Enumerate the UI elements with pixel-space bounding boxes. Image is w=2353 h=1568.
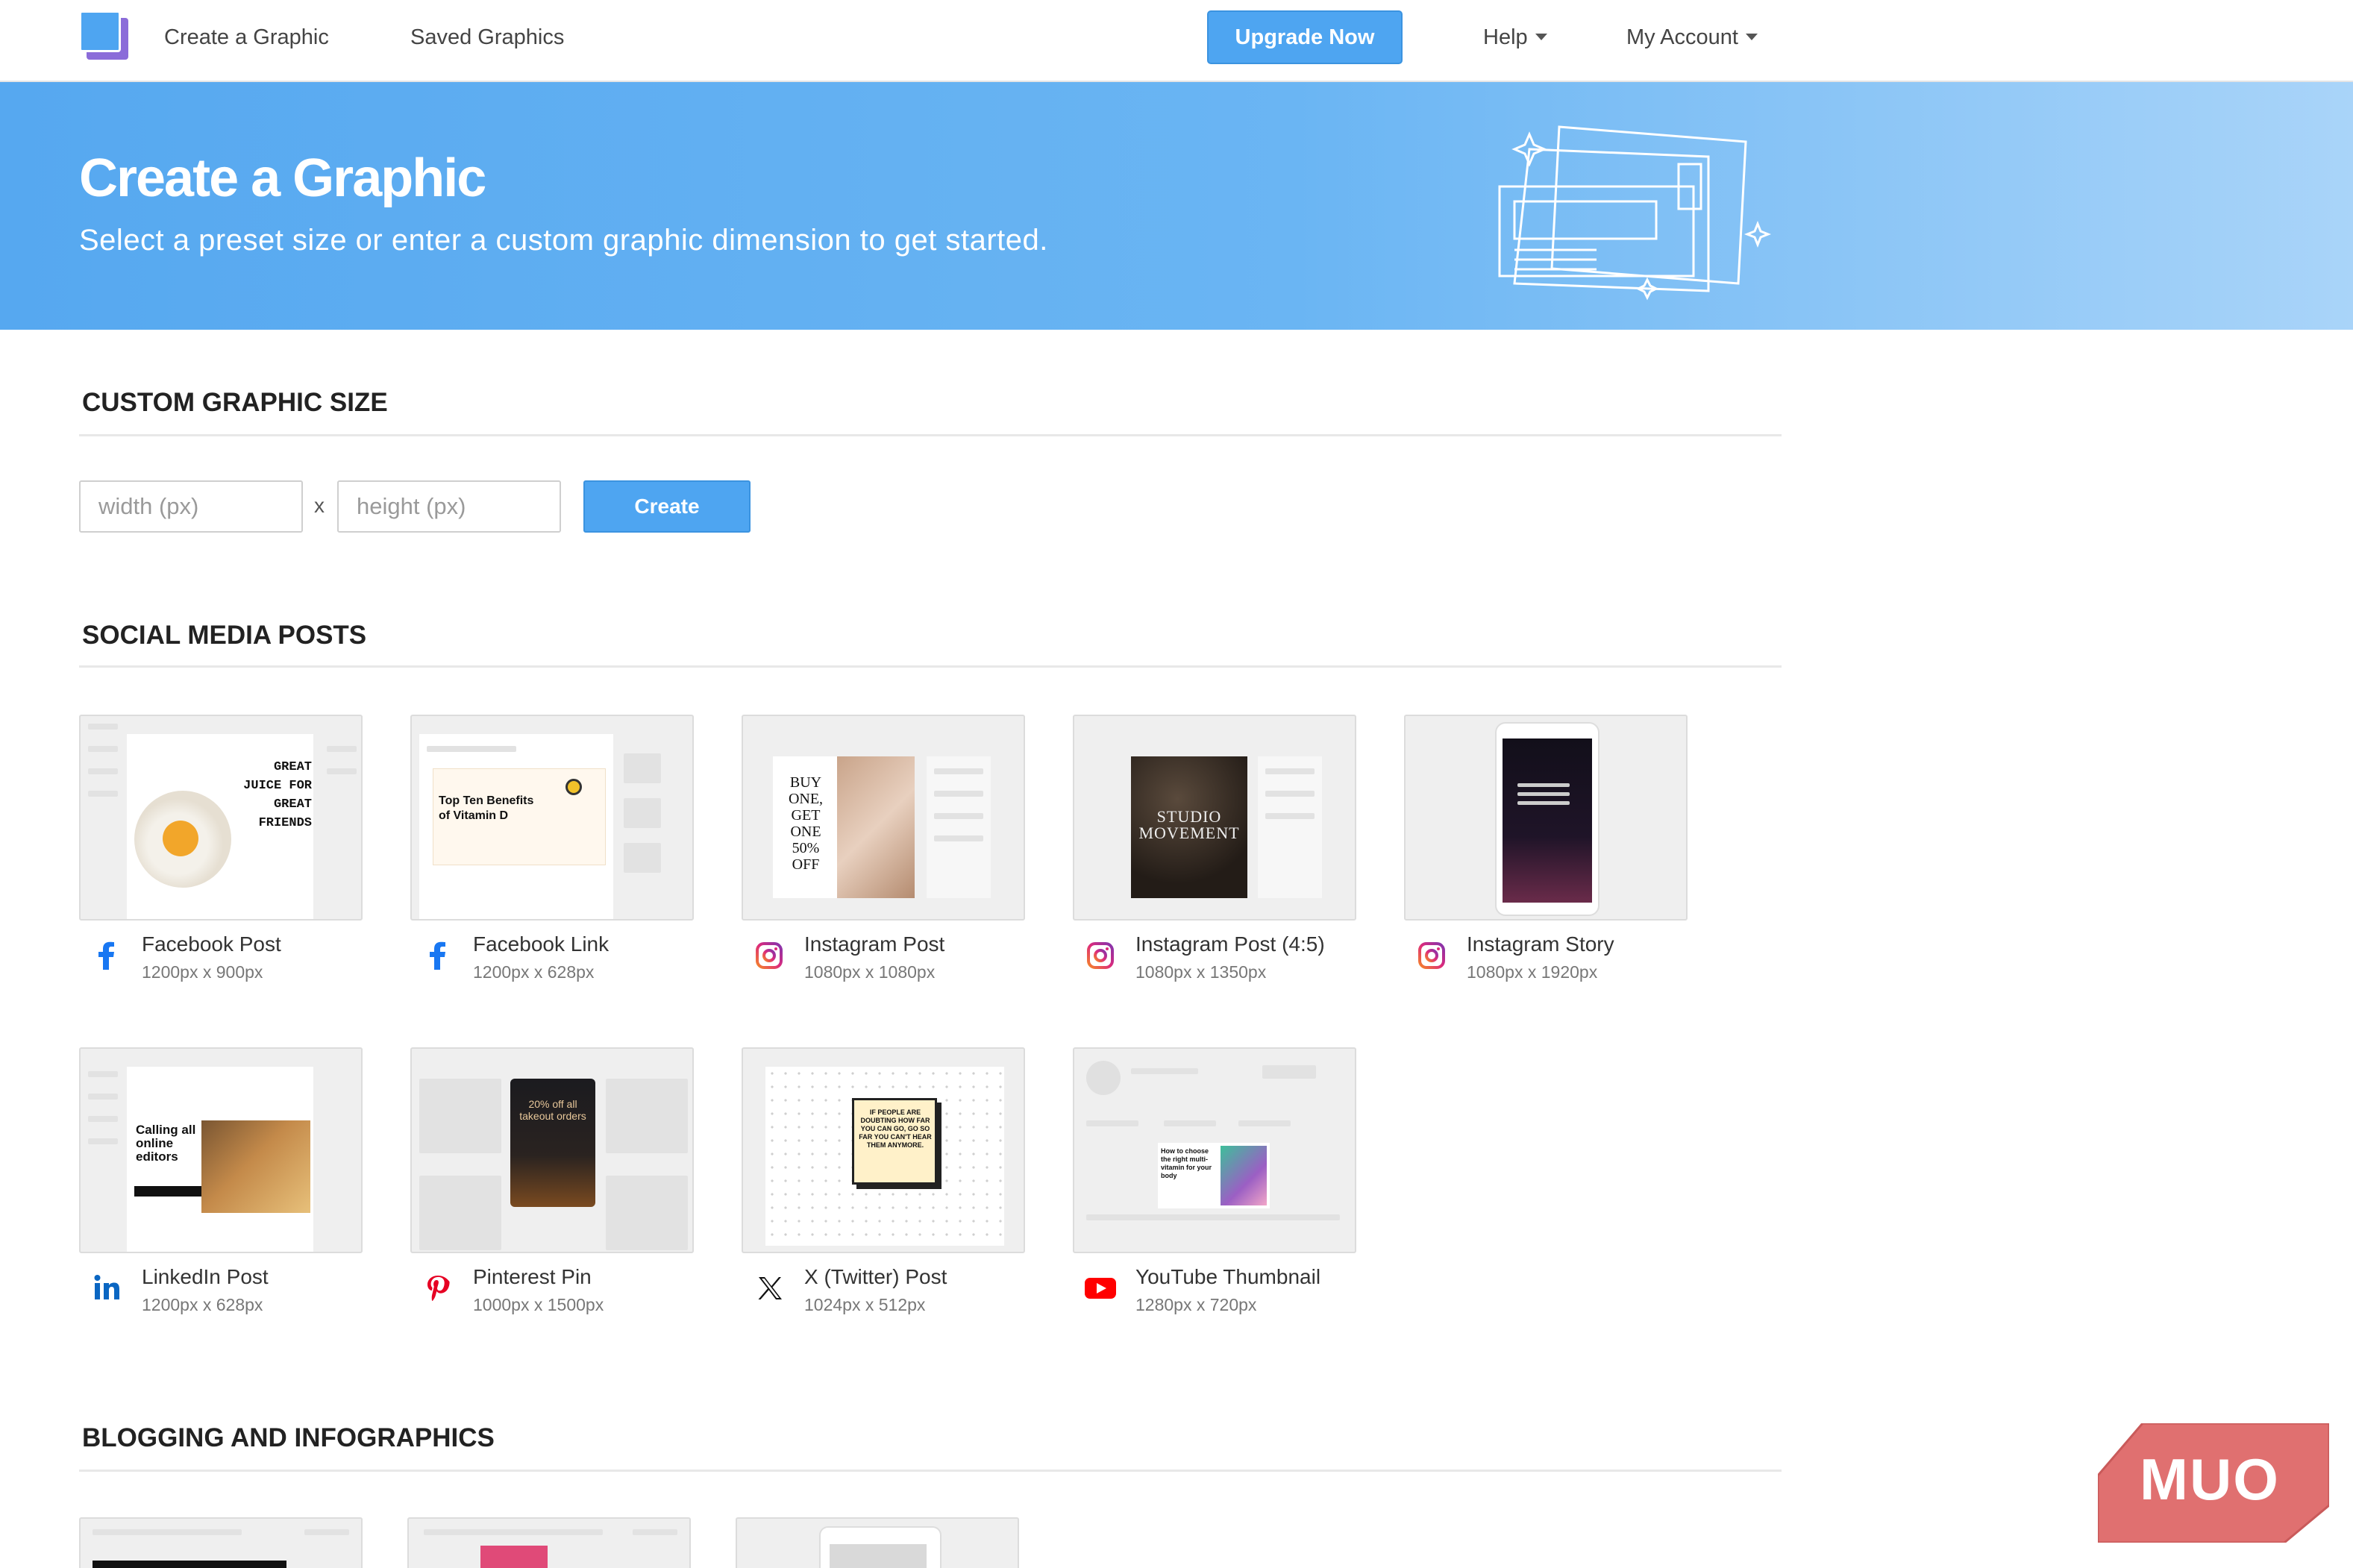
card-dims: 1200px x 628px	[473, 962, 595, 982]
facebook-post-card[interactable]: GREAT JUICE FOR GREAT FRIENDS	[79, 715, 363, 921]
card-dims: 1024px x 512px	[804, 1295, 926, 1314]
youtube-icon	[1085, 1278, 1116, 1299]
instagram-icon	[756, 942, 783, 969]
youtube-thumbnail-label[interactable]: YouTube Thumbnail 1280px x 720px	[1073, 1265, 1356, 1325]
card-name: YouTube Thumbnail	[1135, 1265, 1321, 1288]
facebook-link-label[interactable]: Facebook Link 1200px x 628px	[410, 932, 694, 992]
card-name: X (Twitter) Post	[804, 1265, 947, 1288]
instagram-story-card[interactable]	[1404, 715, 1688, 921]
social-media-heading: SOCIAL MEDIA POSTS	[82, 621, 367, 650]
instagram-post-45-label[interactable]: Instagram Post (4:5) 1080px x 1350px	[1073, 932, 1356, 992]
chevron-down-icon	[1745, 33, 1758, 40]
preview-line: FRIENDS	[258, 816, 312, 830]
width-input[interactable]	[79, 480, 303, 533]
upgrade-now-button[interactable]: Upgrade Now	[1207, 10, 1403, 64]
facebook-link-card[interactable]: Top Ten Benefits of Vitamin D	[410, 715, 694, 921]
card-name: Instagram Story	[1467, 932, 1614, 956]
my-account-menu[interactable]: My Account	[1626, 22, 1758, 52]
instagram-post-label[interactable]: Instagram Post 1080px x 1080px	[742, 932, 1025, 992]
card-dims: 1280px x 720px	[1135, 1295, 1257, 1314]
height-input[interactable]	[337, 480, 561, 533]
divider	[79, 1470, 1782, 1472]
page-title: Create a Graphic	[79, 148, 486, 208]
card-dims: 1080px x 1080px	[804, 962, 936, 982]
ig-post-preview-text: BUY ONE, GET ONE 50% OFF	[776, 774, 836, 873]
account-label: My Account	[1626, 25, 1738, 49]
divider	[79, 434, 1782, 436]
twitter-preview-text: IF PEOPLE ARE DOUBTING HOW FAR YOU CAN G…	[859, 1108, 932, 1149]
muo-logo-icon: MUO	[2098, 1423, 2329, 1543]
card-dims: 1080px x 1920px	[1467, 962, 1598, 982]
card-name: Facebook Link	[473, 932, 610, 956]
instagram-icon	[1087, 942, 1114, 969]
create-button[interactable]: Create	[583, 480, 751, 533]
blog-card[interactable]	[79, 1517, 363, 1568]
top-nav: Create a Graphic Saved Graphics Upgrade …	[0, 0, 2353, 82]
instagram-story-label[interactable]: Instagram Story 1080px x 1920px	[1404, 932, 1688, 992]
card-name: Facebook Post	[142, 932, 281, 956]
help-label: Help	[1483, 25, 1528, 49]
facebook-icon	[430, 941, 445, 970]
card-dims: 1000px x 1500px	[473, 1295, 604, 1314]
nav-saved-graphics[interactable]: Saved Graphics	[410, 22, 564, 52]
youtube-preview-text: How to choose the right multi-vitamin fo…	[1161, 1147, 1212, 1179]
divider	[79, 665, 1782, 668]
instagram-post-card[interactable]: BUY ONE, GET ONE 50% OFF	[742, 715, 1025, 921]
facebook-post-label[interactable]: Facebook Post 1200px x 900px	[79, 932, 363, 992]
blogging-heading: BLOGGING AND INFOGRAPHICS	[82, 1423, 495, 1452]
card-dims: 1200px x 628px	[142, 1295, 263, 1314]
instagram-icon	[1418, 942, 1445, 969]
x-icon	[758, 1277, 782, 1299]
hero-banner: Create a Graphic Select a preset size or…	[0, 82, 2353, 330]
preview-line: GREAT	[273, 797, 312, 812]
preview-line: BUY	[789, 774, 822, 791]
card-name: Pinterest Pin	[473, 1265, 592, 1288]
fb-link-preview-text: Top Ten Benefits of Vitamin D	[439, 794, 534, 822]
card-name: LinkedIn Post	[142, 1265, 269, 1288]
preview-line: GREAT	[273, 760, 312, 774]
blog-card[interactable]	[407, 1517, 691, 1568]
pinterest-pin-label[interactable]: Pinterest Pin 1000px x 1500px	[410, 1265, 694, 1325]
preview-line: OFF	[792, 856, 820, 873]
card-name: Instagram Post (4:5)	[1135, 932, 1325, 956]
graphics-illustration-icon	[1498, 125, 1772, 301]
pinterest-icon	[427, 1276, 450, 1301]
facebook-icon	[98, 941, 114, 970]
card-dims: 1080px x 1350px	[1135, 962, 1267, 982]
preview-line: ONE	[790, 824, 821, 840]
muo-logo-text: MUO	[2140, 1446, 2280, 1512]
preview-line: ONE,	[788, 791, 824, 807]
twitter-post-label[interactable]: X (Twitter) Post 1024px x 512px	[742, 1265, 1025, 1325]
times-sign: x	[314, 494, 325, 517]
linkedin-post-label[interactable]: LinkedIn Post 1200px x 628px	[79, 1265, 363, 1325]
pinterest-pin-card[interactable]: 20% off all takeout orders	[410, 1047, 694, 1253]
logo-icon[interactable]	[79, 10, 128, 60]
preview-line: GET	[791, 807, 821, 824]
pinterest-preview-text: 20% off all takeout orders	[519, 1098, 586, 1122]
linkedin-preview-text: Calling all online editors	[136, 1123, 196, 1164]
fb-post-preview-text: GREAT JUICE FOR GREAT FRIENDS	[230, 758, 312, 832]
youtube-thumbnail-card[interactable]: How to choose the right multi-vitamin fo…	[1073, 1047, 1356, 1253]
chevron-down-icon	[1535, 33, 1547, 40]
custom-size-heading: CUSTOM GRAPHIC SIZE	[82, 388, 388, 417]
linkedin-icon	[94, 1275, 119, 1299]
preview-line: JUICE FOR	[243, 779, 312, 793]
instagram-post-45-card[interactable]: STUDIO MOVEMENT	[1073, 715, 1356, 921]
ig-45-preview-text: STUDIO MOVEMENT	[1138, 807, 1240, 842]
card-dims: 1200px x 900px	[142, 962, 263, 982]
preview-line: 50%	[792, 840, 820, 856]
card-name: Instagram Post	[804, 932, 945, 956]
linkedin-post-card[interactable]: Calling all online editors	[79, 1047, 363, 1253]
help-menu[interactable]: Help	[1483, 22, 1547, 52]
twitter-post-card[interactable]: IF PEOPLE ARE DOUBTING HOW FAR YOU CAN G…	[742, 1047, 1025, 1253]
nav-create-graphic[interactable]: Create a Graphic	[164, 22, 329, 52]
blog-card[interactable]	[736, 1517, 1019, 1568]
page-subtitle: Select a preset size or enter a custom g…	[79, 224, 1048, 257]
